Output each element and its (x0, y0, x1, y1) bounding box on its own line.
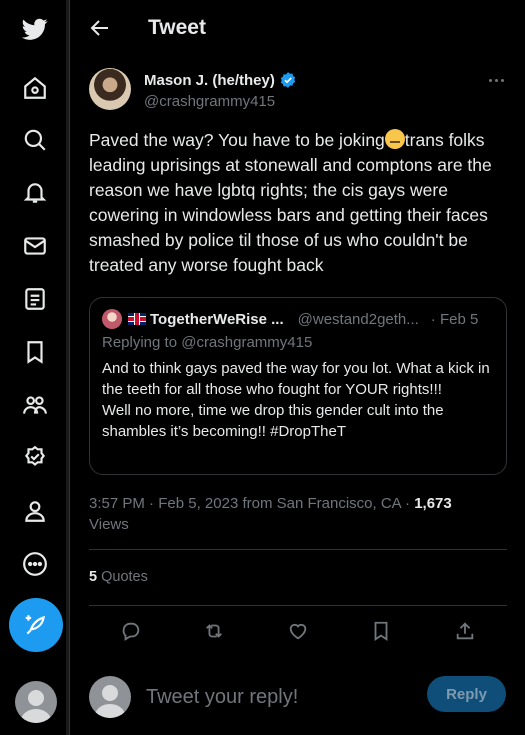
quotes-count: 5 (89, 569, 98, 585)
like-heart-icon[interactable] (285, 618, 311, 644)
rolling-eyes-emoji-icon (384, 129, 405, 149)
meta-separator: · (400, 495, 415, 512)
tweet-text-part-2: trans folks leading uprisings at stonewa… (89, 130, 492, 275)
twitter-logo-icon[interactable] (20, 14, 50, 44)
author-handle[interactable]: @crashgrammy415 (144, 93, 275, 110)
share-icon[interactable] (452, 618, 478, 644)
quotes-stat[interactable]: 5 Quotes (89, 569, 148, 585)
quoted-body-line: And to think gays paved the way for you … (102, 360, 490, 398)
quoted-author-avatar (102, 309, 122, 329)
reply-composer: Reply (70, 666, 525, 735)
messages-envelope-icon[interactable] (20, 231, 50, 261)
main-column: Tweet Mason J. (he/they) @crashgrammy415… (70, 0, 525, 735)
quoted-body-line: Well no more, time we drop this gender c… (102, 402, 444, 440)
retweet-icon[interactable] (201, 618, 227, 644)
views-count: 1,673 (414, 495, 452, 512)
tweet-meta: 3:57 PM · Feb 5, 2023 from San Francisco… (89, 493, 509, 535)
compose-tweet-button[interactable] (9, 598, 63, 652)
back-arrow-icon[interactable] (88, 16, 112, 40)
verified-icon[interactable] (20, 443, 50, 473)
page-title: Tweet (148, 16, 206, 39)
account-avatar[interactable] (15, 681, 57, 723)
divider (89, 549, 507, 550)
home-icon[interactable] (20, 73, 50, 103)
sidebar (0, 0, 70, 735)
author-name[interactable]: Mason J. (he/they) (144, 71, 297, 89)
reply-avatar (89, 676, 131, 718)
quoted-replying-to: Replying to @crashgrammy415 (102, 334, 313, 351)
bookmarks-icon[interactable] (20, 337, 50, 367)
reply-input[interactable] (146, 682, 416, 712)
quoted-author-handle: @westand2geth... (297, 310, 419, 328)
quoted-tweet-header: TogetherWeRise ... @westand2geth... · Fe… (102, 309, 478, 329)
tweet-actions (70, 618, 525, 646)
quoted-tweet[interactable]: TogetherWeRise ... @westand2geth... · Fe… (89, 297, 507, 475)
views-label: Views (89, 516, 129, 533)
uk-flag-icon (128, 313, 146, 325)
tweet-text-part-1: Paved the way? You have to be joking (89, 130, 385, 150)
quoted-author-name: TogetherWeRise ... (150, 310, 284, 328)
notifications-bell-icon[interactable] (20, 178, 50, 208)
search-icon[interactable] (20, 125, 50, 155)
reply-button[interactable]: Reply (427, 676, 506, 712)
more-circle-icon[interactable] (20, 549, 50, 579)
more-options-icon[interactable] (484, 70, 508, 90)
quotes-label: Quotes (101, 569, 148, 585)
author-avatar[interactable] (89, 68, 131, 110)
author-name-text: Mason J. (he/they) (144, 71, 275, 89)
lists-icon[interactable] (20, 284, 50, 314)
quoted-tweet-body: And to think gays paved the way for you … (102, 358, 497, 442)
feather-plus-icon (25, 615, 45, 635)
bookmark-icon[interactable] (368, 618, 394, 644)
meta-separator: · (144, 495, 159, 512)
tweet-date-source: Feb 5, 2023 from San Francisco, CA (158, 495, 401, 512)
profile-icon[interactable] (20, 496, 50, 526)
reply-icon[interactable] (118, 618, 144, 644)
tweet-time[interactable]: 3:57 PM (89, 495, 145, 512)
tweet-text: Paved the way? You have to be joking tran… (89, 128, 514, 278)
communities-icon[interactable] (20, 390, 50, 420)
divider (89, 605, 507, 606)
quoted-tweet-date: · Feb 5 (430, 310, 479, 328)
header: Tweet (70, 0, 525, 56)
verified-badge-icon (280, 72, 296, 88)
